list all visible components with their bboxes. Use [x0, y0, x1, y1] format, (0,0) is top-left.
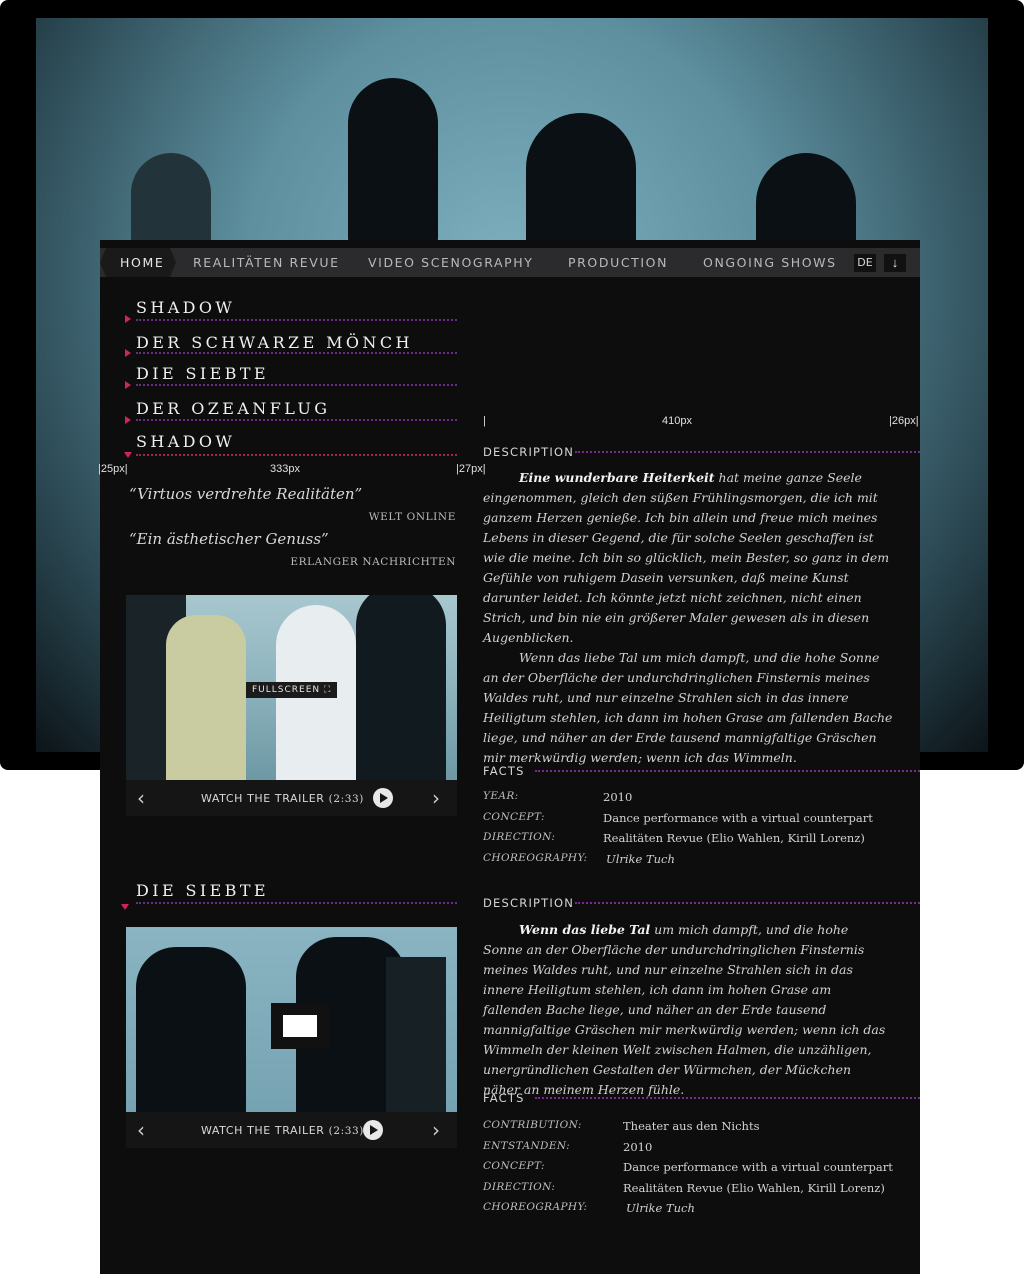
divider: [535, 1097, 920, 1099]
language-toggle[interactable]: DE: [854, 254, 876, 272]
description-heading: DESCRIPTION: [483, 445, 575, 459]
arrow-down-icon[interactable]: ↓: [884, 254, 906, 272]
divider: [136, 902, 457, 904]
video-player[interactable]: FULLSCREEN ⛶: [126, 595, 457, 780]
facts-heading: FACTS: [483, 764, 525, 778]
description-heading: DESCRIPTION: [483, 896, 575, 910]
fullscreen-label: FULLSCREEN: [252, 685, 321, 695]
triangle-right-icon: [125, 315, 131, 323]
measure-right-start: |: [483, 415, 486, 427]
triangle-right-icon: [125, 416, 131, 424]
divider: [535, 770, 920, 772]
triangle-down-icon: [124, 452, 132, 458]
divider: [136, 352, 457, 354]
chevron-right-icon[interactable]: ›: [432, 1118, 440, 1142]
press-quote-source: WELT ONLINE: [368, 511, 456, 523]
project-link-shadow[interactable]: SHADOW: [136, 298, 235, 317]
triangle-right-icon: [125, 381, 131, 389]
press-quote: “Virtuos verdrehte Realitäten”: [129, 485, 363, 503]
divider: [136, 384, 457, 386]
press-quote: “Ein ästhetischer Genuss”: [129, 530, 329, 548]
main-nav: HOME REALITÄTEN REVUE VIDEO SCENOGRAPHY …: [100, 248, 920, 277]
project-link-der-schwarze-moench[interactable]: DER SCHWARZE MÖNCH: [136, 333, 413, 352]
nav-item-video-scenography[interactable]: VIDEO SCENOGRAPHY: [368, 255, 534, 270]
fullscreen-button[interactable]: FULLSCREEN ⛶: [246, 682, 338, 698]
description-text: Wenn das liebe Tal um mich dampft, und d…: [483, 922, 886, 1097]
fullscreen-icon[interactable]: [271, 1003, 329, 1049]
facts-heading: FACTS: [483, 1091, 525, 1105]
video-controls: ‹ WATCH THE TRAILER (2:33) ›: [126, 780, 457, 816]
divider: [575, 902, 920, 904]
nav-item-realitaeten-revue[interactable]: REALITÄTEN REVUE: [193, 255, 340, 270]
measure-gutter: |27px|: [456, 463, 486, 475]
project-link-der-ozeanflug[interactable]: DER OZEANFLUG: [136, 399, 330, 418]
measure-left-column: 333px: [270, 463, 300, 475]
project-link-shadow-active[interactable]: SHADOW: [136, 432, 235, 451]
divider: [136, 419, 457, 421]
chevron-right-icon[interactable]: ›: [432, 786, 440, 810]
triangle-down-icon: [121, 904, 129, 910]
content-panel: HOME REALITÄTEN REVUE VIDEO SCENOGRAPHY …: [98, 240, 920, 1274]
project-link-die-siebte[interactable]: DIE SIEBTE: [136, 364, 269, 383]
triangle-right-icon: [125, 349, 131, 357]
nav-item-production[interactable]: PRODUCTION: [568, 255, 668, 270]
play-icon[interactable]: [363, 1120, 383, 1140]
measure-right-margin: |26px|: [889, 415, 919, 427]
chevron-left-icon[interactable]: ‹: [137, 786, 145, 810]
measure-left-margin: |25px|: [98, 463, 128, 475]
divider: [575, 451, 920, 453]
measure-right-column: 410px: [662, 415, 692, 427]
play-icon[interactable]: [373, 788, 393, 808]
watch-trailer-label[interactable]: WATCH THE TRAILER (2:33): [201, 792, 364, 805]
watch-trailer-label[interactable]: WATCH THE TRAILER (2:33): [201, 1124, 364, 1137]
divider: [136, 319, 457, 321]
chevron-left-icon[interactable]: ‹: [137, 1118, 145, 1142]
project-title-die-siebte[interactable]: DIE SIEBTE: [136, 881, 269, 900]
nav-item-ongoing-shows[interactable]: ONGOING SHOWS: [703, 255, 837, 270]
video-player[interactable]: [126, 927, 457, 1112]
fullscreen-icon: ⛶: [324, 685, 332, 695]
description-text: Eine wunderbare Heiterkeit hat meine gan…: [483, 470, 893, 765]
video-controls: ‹ WATCH THE TRAILER (2:33) ›: [126, 1112, 457, 1148]
nav-home[interactable]: HOME: [100, 248, 176, 277]
press-quote-source: ERLANGER NACHRICHTEN: [290, 556, 456, 568]
divider: [136, 454, 457, 456]
